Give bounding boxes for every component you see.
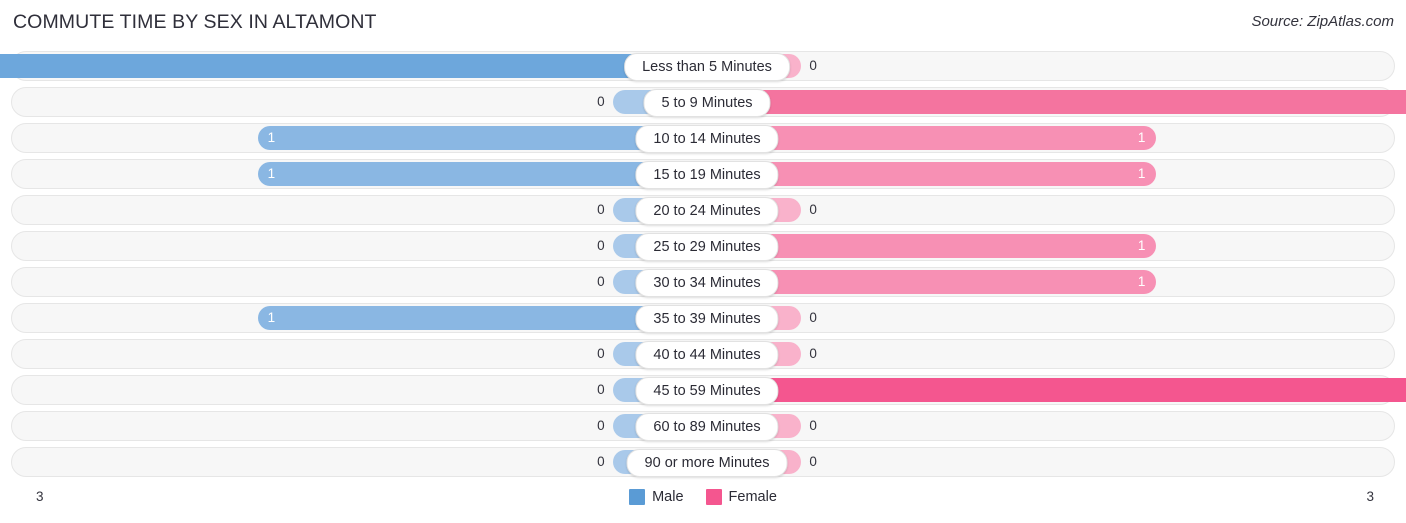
bar-value-female: 0 [809,310,817,325]
chart-legend: Male Female [0,489,1406,505]
bar-value-male: 0 [597,382,605,397]
bar-value-male: 0 [597,418,605,433]
bar-value-female: 0 [809,58,817,73]
row-plot-area: 2 0 Less than 5 Minutes [0,51,1381,81]
category-label: 5 to 9 Minutes [643,89,771,117]
bar-value-male: 1 [267,130,276,145]
bar-value-male: 1 [267,310,276,325]
bar-value-female: 0 [809,346,817,361]
row-plot-area: 0 1 25 to 29 Minutes [33,231,1381,261]
legend-item-male[interactable]: Male [629,489,684,505]
legend-label-female: Female [728,489,777,505]
legend-item-female[interactable]: Female [705,489,777,505]
chart-footer: 3 3 Male Female [0,484,1406,523]
bar-value-male: 0 [597,238,605,253]
chart-row: 0 0 20 to 24 Minutes [0,195,1406,225]
category-label: 10 to 14 Minutes [635,125,779,153]
row-plot-area: 0 0 90 or more Minutes [33,447,1381,477]
bar-value-female: 0 [809,418,817,433]
bar-male[interactable]: 2 [0,54,707,78]
category-label: 60 to 89 Minutes [635,413,779,441]
row-plot-area: 0 0 40 to 44 Minutes [33,339,1381,369]
bar-value-male: 0 [597,274,605,289]
bar-value-male: 0 [597,454,605,469]
category-label: 15 to 19 Minutes [635,161,779,189]
row-plot-area: 0 345 to 59 Minutes [33,375,1406,405]
diverging-bar-chart: 20Less than 5 Minutes025 to 9 Minutes111… [0,51,1406,483]
chart-row: 0 1 30 to 34 Minutes [0,267,1406,297]
legend-swatch-female-icon [705,489,722,505]
category-label: 45 to 59 Minutes [635,377,779,405]
bar-value-female: 1 [1137,130,1146,145]
source-attribution: Source: ZipAtlas.com [1251,13,1394,30]
chart-row: 0 25 to 9 Minutes [0,87,1406,117]
row-plot-area: 1 1 15 to 19 Minutes [33,159,1381,189]
row-plot-area: 0 1 30 to 34 Minutes [33,267,1381,297]
bar-value-female: 1 [1137,166,1146,181]
bar-value-male: 0 [597,202,605,217]
bar-value-female: 1 [1137,274,1146,289]
chart-header: COMMUTE TIME BY SEX IN ALTAMONT Source: … [0,0,1406,45]
row-plot-area: 0 0 20 to 24 Minutes [33,195,1381,225]
bar-female[interactable]: 3 [707,378,1406,402]
bar-value-female: 1 [1137,238,1146,253]
chart-row: 0 1 25 to 29 Minutes [0,231,1406,261]
chart-row: 0 0 40 to 44 Minutes [0,339,1406,369]
chart-row: 2 0 Less than 5 Minutes [0,51,1406,81]
bar-value-male: 0 [597,94,605,109]
row-plot-area: 0 0 60 to 89 Minutes [33,411,1381,441]
row-plot-area: 1 0 35 to 39 Minutes [33,303,1381,333]
category-label: 90 or more Minutes [626,449,788,477]
bar-value-male: 0 [597,346,605,361]
chart-row: 1 0 35 to 39 Minutes [0,303,1406,333]
bar-value-male: 1 [267,166,276,181]
category-label: 40 to 44 Minutes [635,341,779,369]
page-title: COMMUTE TIME BY SEX IN ALTAMONT [13,11,377,33]
row-plot-area: 1 1 10 to 14 Minutes [33,123,1381,153]
chart-row: 0 345 to 59 Minutes [0,375,1406,405]
category-label: 25 to 29 Minutes [635,233,779,261]
category-label: Less than 5 Minutes [624,53,790,81]
legend-swatch-male-icon [629,489,646,505]
chart-row: 1 1 15 to 19 Minutes [0,159,1406,189]
category-label: 35 to 39 Minutes [635,305,779,333]
chart-row: 0 0 60 to 89 Minutes [0,411,1406,441]
bar-value-female: 0 [809,202,817,217]
category-label: 20 to 24 Minutes [635,197,779,225]
chart-row: 0 0 90 or more Minutes [0,447,1406,477]
row-plot-area: 0 25 to 9 Minutes [33,87,1406,117]
category-label: 30 to 34 Minutes [635,269,779,297]
bar-female[interactable]: 2 [707,90,1406,114]
bar-value-female: 0 [809,454,817,469]
legend-label-male: Male [652,489,684,505]
chart-row: 1 1 10 to 14 Minutes [0,123,1406,153]
